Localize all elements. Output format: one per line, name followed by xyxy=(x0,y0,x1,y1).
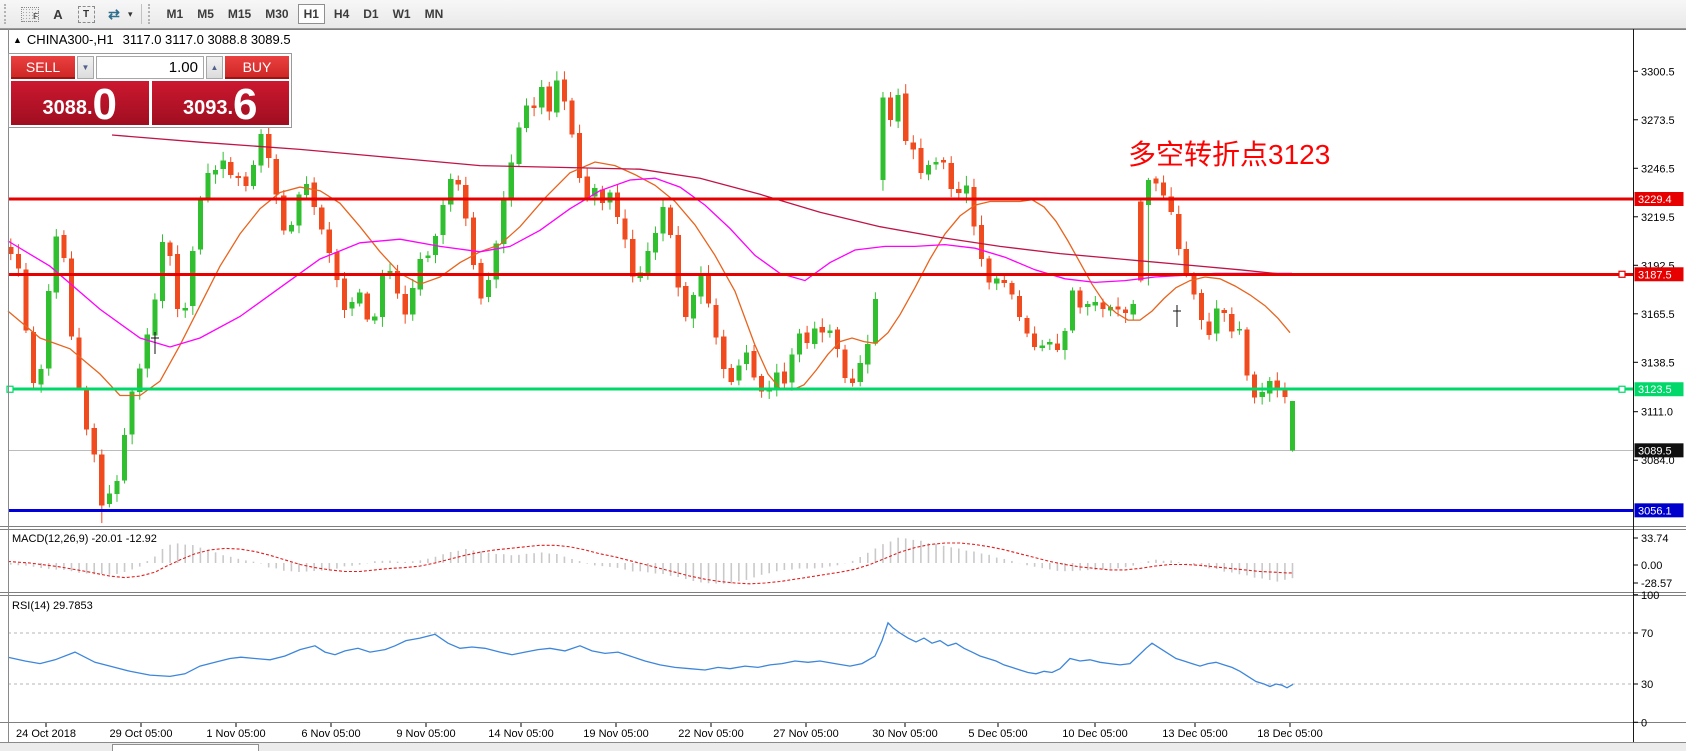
axis-label: 1 Nov 05:00 xyxy=(206,728,265,740)
ma-slow-line xyxy=(112,135,1292,275)
macd-panel xyxy=(8,538,1293,584)
axis-label: 0.00 xyxy=(1641,560,1662,572)
axis-label: 22 Nov 05:00 xyxy=(678,728,743,740)
axis-label: 3300.5 xyxy=(1641,66,1675,78)
axis-label: 30 Nov 05:00 xyxy=(872,728,937,740)
axis-label: 3187.5 xyxy=(1638,269,1672,281)
axis-label: 33.74 xyxy=(1641,533,1669,545)
chart-collapse-icon[interactable]: ▲ xyxy=(13,35,22,45)
axis-label: 27 Nov 05:00 xyxy=(773,728,838,740)
axis-label: 3111.0 xyxy=(1641,407,1673,419)
bid-price-main: 3088 xyxy=(42,98,87,118)
trading-platform-window: FAT⇄▾ M1M5M15M30H1H4D1W1MN 3300.53273.53… xyxy=(0,0,1686,751)
ask-price-tile[interactable]: 3093.6 xyxy=(152,81,290,125)
bid-price-big-digit: 0 xyxy=(93,87,117,123)
axis-label: 3229.4 xyxy=(1638,194,1672,206)
rsi-panel xyxy=(8,623,1633,688)
axis-label: 10 Dec 05:00 xyxy=(1062,728,1127,740)
indicator-titles: MACD(12,26,9) -20.01 -12.92 RSI(14) 29.78… xyxy=(12,533,157,612)
axis-label: 3219.5 xyxy=(1641,212,1675,224)
axis-label: 3123.5 xyxy=(1638,384,1672,396)
axis-label: 30 xyxy=(1641,679,1653,691)
axis-label: 0 xyxy=(1641,717,1647,729)
axis-label: 29 Oct 05:00 xyxy=(110,728,173,740)
axis-label: MACD(12,26,9) -20.01 -12.92 xyxy=(12,533,157,545)
volume-decrease-button[interactable]: ▼ xyxy=(77,56,94,79)
chart-annotation-text[interactable]: 多空转折点3123 xyxy=(1128,133,1330,173)
horizontal-line-3187.5 xyxy=(8,271,1633,277)
sell-button[interactable]: SELL xyxy=(11,56,75,79)
axis-label: 9 Nov 05:00 xyxy=(396,728,455,740)
axis-label: 6 Nov 05:00 xyxy=(301,728,360,740)
buy-button[interactable]: BUY xyxy=(225,56,289,79)
axis-label: 3138.5 xyxy=(1641,357,1675,369)
candles-layer xyxy=(8,71,1295,523)
chart-title: ▲ CHINA300-,H1 3117.0 3117.0 3088.8 3089.5 xyxy=(13,32,291,47)
axis-label: 24 Oct 2018 xyxy=(16,728,76,740)
axis-label: 18 Dec 05:00 xyxy=(1257,728,1322,740)
axis-label: 3089.5 xyxy=(1638,445,1672,457)
axis-label: 100 xyxy=(1641,590,1659,602)
axis-label: 3246.5 xyxy=(1641,163,1675,175)
price-axis: 3300.53273.53246.53219.53192.53165.53138… xyxy=(1633,66,1684,729)
panel-borders xyxy=(0,29,1686,742)
bid-price-tile[interactable]: 3088.0 xyxy=(11,81,149,125)
axis-label: 13 Dec 05:00 xyxy=(1162,728,1227,740)
bottom-status-strip xyxy=(0,742,1686,751)
axis-label: 70 xyxy=(1641,628,1653,640)
axis-label: RSI(14) 29.7853 xyxy=(12,600,93,612)
chart-ohlc-values: 3117.0 3117.0 3088.8 3089.5 xyxy=(123,32,291,47)
chart-symbol-label: CHINA300-,H1 xyxy=(27,32,114,47)
volume-input[interactable] xyxy=(96,56,204,79)
one-click-trading-panel: SELL ▼ ▲ BUY 3088.0 3093.6 xyxy=(8,53,292,128)
axis-label: 5 Dec 05:00 xyxy=(968,728,1027,740)
ask-price-main: 3093 xyxy=(183,98,228,118)
ask-price-big-digit: 6 xyxy=(233,87,257,123)
axis-label: -28.57 xyxy=(1641,578,1672,590)
bottom-tab-stub[interactable] xyxy=(112,744,259,751)
axis-label: 3273.5 xyxy=(1641,115,1675,127)
time-axis: 24 Oct 2018 29 Oct 05:00 1 Nov 05:00 6 Nov … xyxy=(16,723,1323,740)
volume-increase-button[interactable]: ▲ xyxy=(206,56,223,79)
axis-label: 19 Nov 05:00 xyxy=(583,728,648,740)
axis-label: 3056.1 xyxy=(1638,505,1672,517)
horizontal-line-3123.5 xyxy=(7,386,1633,392)
axis-label: 14 Nov 05:00 xyxy=(488,728,553,740)
axis-label: 3165.5 xyxy=(1641,309,1675,321)
